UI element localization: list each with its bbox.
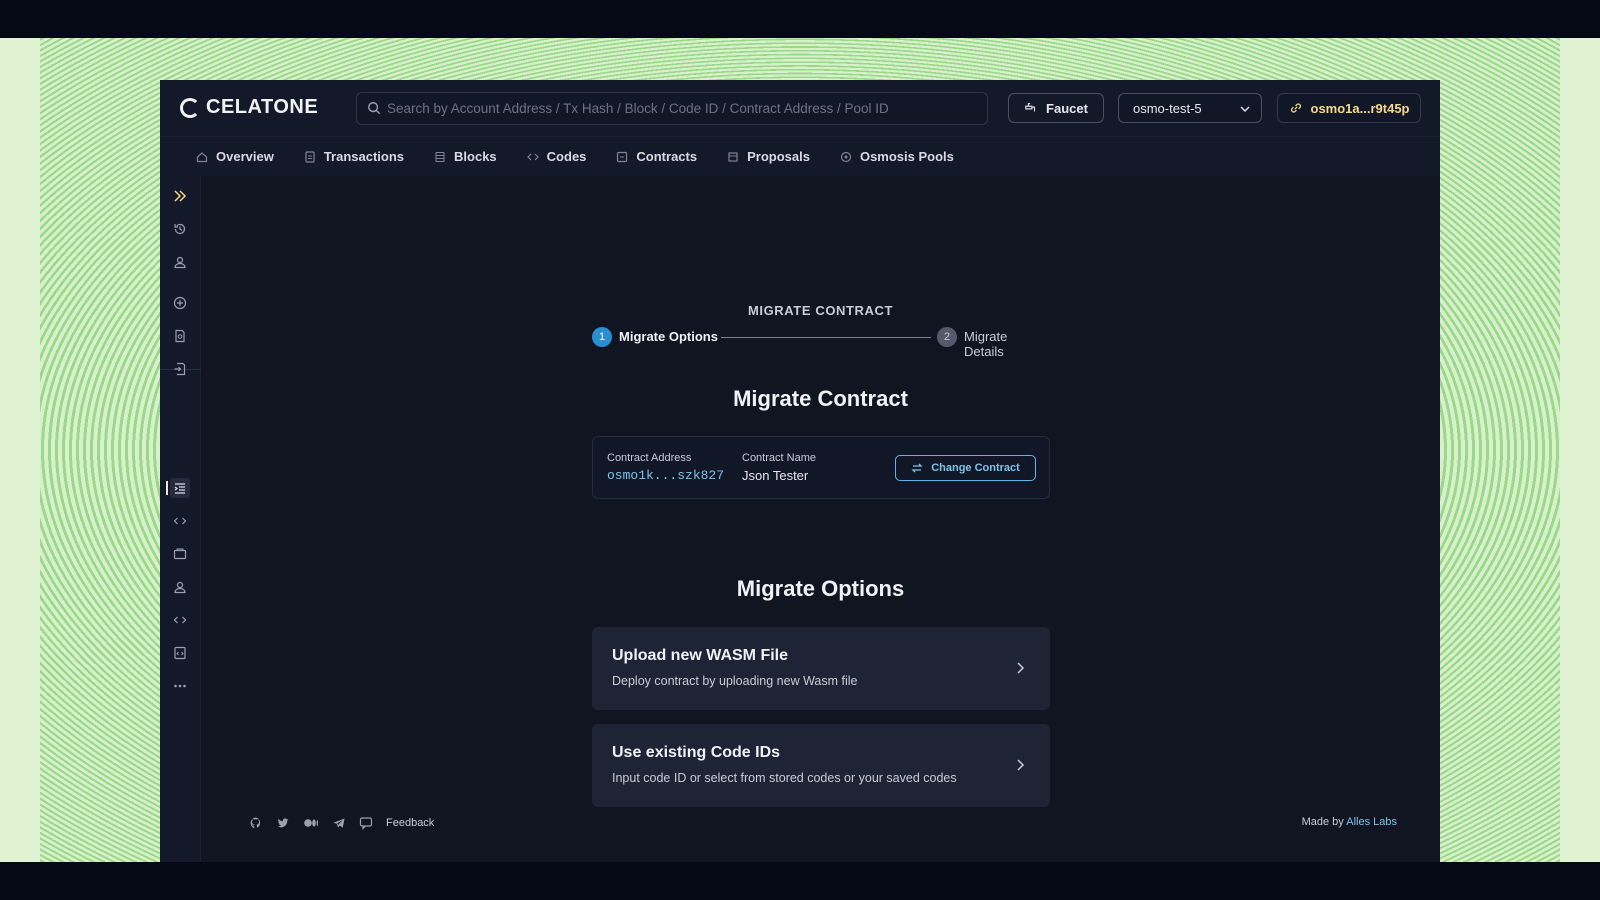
nav-label: Codes	[546, 149, 587, 164]
deploy-icon[interactable]	[170, 643, 190, 663]
network-value: osmo-test-5	[1133, 100, 1202, 116]
option-description: Input code ID or select from stored code…	[612, 771, 957, 785]
app-window: CELATONE Faucet osmo-test-5 os	[160, 80, 1440, 862]
feedback-link[interactable]: Feedback	[386, 817, 434, 829]
step-1-number: 1	[592, 327, 612, 347]
blocks-icon	[435, 151, 445, 162]
options-heading: Migrate Options	[736, 576, 905, 601]
stepper-title: MIGRATE CONTRACT	[747, 303, 894, 318]
wallet-icon[interactable]	[170, 544, 190, 564]
query-icon[interactable]	[170, 326, 190, 346]
execute-icon[interactable]	[170, 359, 190, 379]
option-existing-code-ids[interactable]: Use existing Code IDs Input code ID or s…	[592, 724, 1050, 807]
logo-text: CELATONE	[206, 96, 319, 118]
alles-labs-link[interactable]: Alles Labs	[1346, 816, 1397, 828]
github-icon[interactable]	[249, 816, 263, 830]
contract-card: Contract Address osmo1k...szk827 Contrac…	[592, 436, 1050, 499]
pool-icon	[840, 151, 852, 162]
link-icon	[1290, 103, 1301, 113]
step-1-label: Migrate Options	[619, 329, 718, 344]
swap-icon	[911, 463, 923, 473]
screen-right-margin	[1560, 38, 1600, 862]
screen-top-band	[0, 0, 1600, 38]
sidebar	[160, 176, 201, 862]
top-nav: Overview Transactions Blocks Codes Contr…	[160, 136, 1440, 176]
home-icon	[196, 151, 208, 162]
contract-name-label: Contract Name	[742, 452, 816, 464]
screen-left-margin	[0, 38, 40, 862]
option-upload-wasm[interactable]: Upload new WASM File Deploy contract by …	[592, 627, 1050, 710]
footer-links: Feedback	[249, 813, 434, 833]
faucet-icon	[1025, 103, 1036, 112]
nav-label: Transactions	[323, 149, 405, 164]
migrate-icon[interactable]	[170, 478, 190, 498]
medium-icon[interactable]	[303, 816, 319, 830]
contract-address-label: Contract Address	[607, 452, 692, 464]
change-contract-button[interactable]: Change Contract	[895, 455, 1036, 481]
made-by-prefix: Made by	[1301, 816, 1344, 828]
option-description: Deploy contract by uploading new Wasm fi…	[612, 674, 858, 688]
sidebar-active-indicator	[166, 481, 168, 495]
wallet-button[interactable]: osmo1a...r9t45p	[1277, 93, 1421, 123]
chevron-right-icon	[1017, 759, 1025, 771]
telegram-icon[interactable]	[332, 816, 346, 830]
nav-item-osmosis-pools[interactable]: Osmosis Pools	[840, 149, 954, 164]
stepper: 1 Migrate Options 2 Migrate Details	[592, 325, 1048, 359]
wallet-address: osmo1a...r9t45p	[1310, 100, 1410, 116]
celatone-logo-icon	[180, 97, 200, 118]
proposal-icon	[728, 151, 738, 162]
add-circle-icon[interactable]	[170, 293, 190, 313]
logo[interactable]: CELATONE	[180, 96, 318, 119]
nav-item-overview[interactable]: Overview	[196, 149, 274, 164]
chevron-down-icon	[1240, 106, 1250, 113]
faucet-button[interactable]: Faucet	[1008, 93, 1104, 123]
option-title: Use existing Code IDs	[612, 744, 781, 761]
change-contract-label: Change Contract	[931, 462, 1020, 474]
search-input[interactable]	[387, 101, 987, 116]
nav-label: Overview	[216, 149, 274, 164]
nav-item-contracts[interactable]: Contracts	[616, 149, 697, 164]
account-icon[interactable]	[170, 252, 190, 272]
step-2-number: 2	[937, 327, 957, 347]
nav-label: Proposals	[747, 149, 810, 164]
chevron-right-icon	[1017, 662, 1025, 674]
feedback-icon[interactable]	[359, 816, 373, 830]
history-icon[interactable]	[170, 219, 190, 239]
expand-icon[interactable]	[170, 186, 190, 206]
nav-item-blocks[interactable]: Blocks	[434, 149, 497, 164]
code-icon[interactable]	[170, 511, 190, 531]
more-icon[interactable]	[170, 676, 190, 696]
step-connector	[721, 337, 931, 338]
contract-name-value: Json Tester	[742, 468, 809, 483]
nav-item-transactions[interactable]: Transactions	[304, 149, 404, 164]
document-icon	[305, 150, 315, 163]
step-2-label: Migrate Details	[964, 329, 1008, 359]
nav-item-proposals[interactable]: Proposals	[727, 149, 810, 164]
faucet-label: Faucet	[1046, 100, 1088, 116]
contract-icon	[617, 151, 628, 162]
twitter-icon[interactable]	[276, 816, 290, 830]
search-bar[interactable]	[356, 92, 988, 125]
option-title: Upload new WASM File	[612, 647, 789, 664]
nav-label: Contracts	[636, 149, 698, 164]
code-icon	[526, 153, 539, 160]
header: CELATONE Faucet osmo-test-5 os	[160, 80, 1440, 136]
network-select[interactable]: osmo-test-5	[1118, 93, 1262, 123]
contract-address-link[interactable]: osmo1k...szk827	[607, 468, 724, 483]
main-content: MIGRATE CONTRACT 1 Migrate Options 2 Mig…	[201, 176, 1440, 862]
nav-item-codes[interactable]: Codes	[526, 149, 587, 164]
admin-icon[interactable]	[170, 577, 190, 597]
search-icon	[368, 102, 381, 115]
nav-label: Blocks	[454, 149, 497, 164]
page-title: Migrate Contract	[733, 386, 908, 411]
code-icon-2[interactable]	[170, 610, 190, 630]
screen-bottom-band	[0, 862, 1600, 900]
made-by: Made by Alles Labs	[1302, 816, 1397, 828]
nav-label: Osmosis Pools	[859, 149, 954, 164]
